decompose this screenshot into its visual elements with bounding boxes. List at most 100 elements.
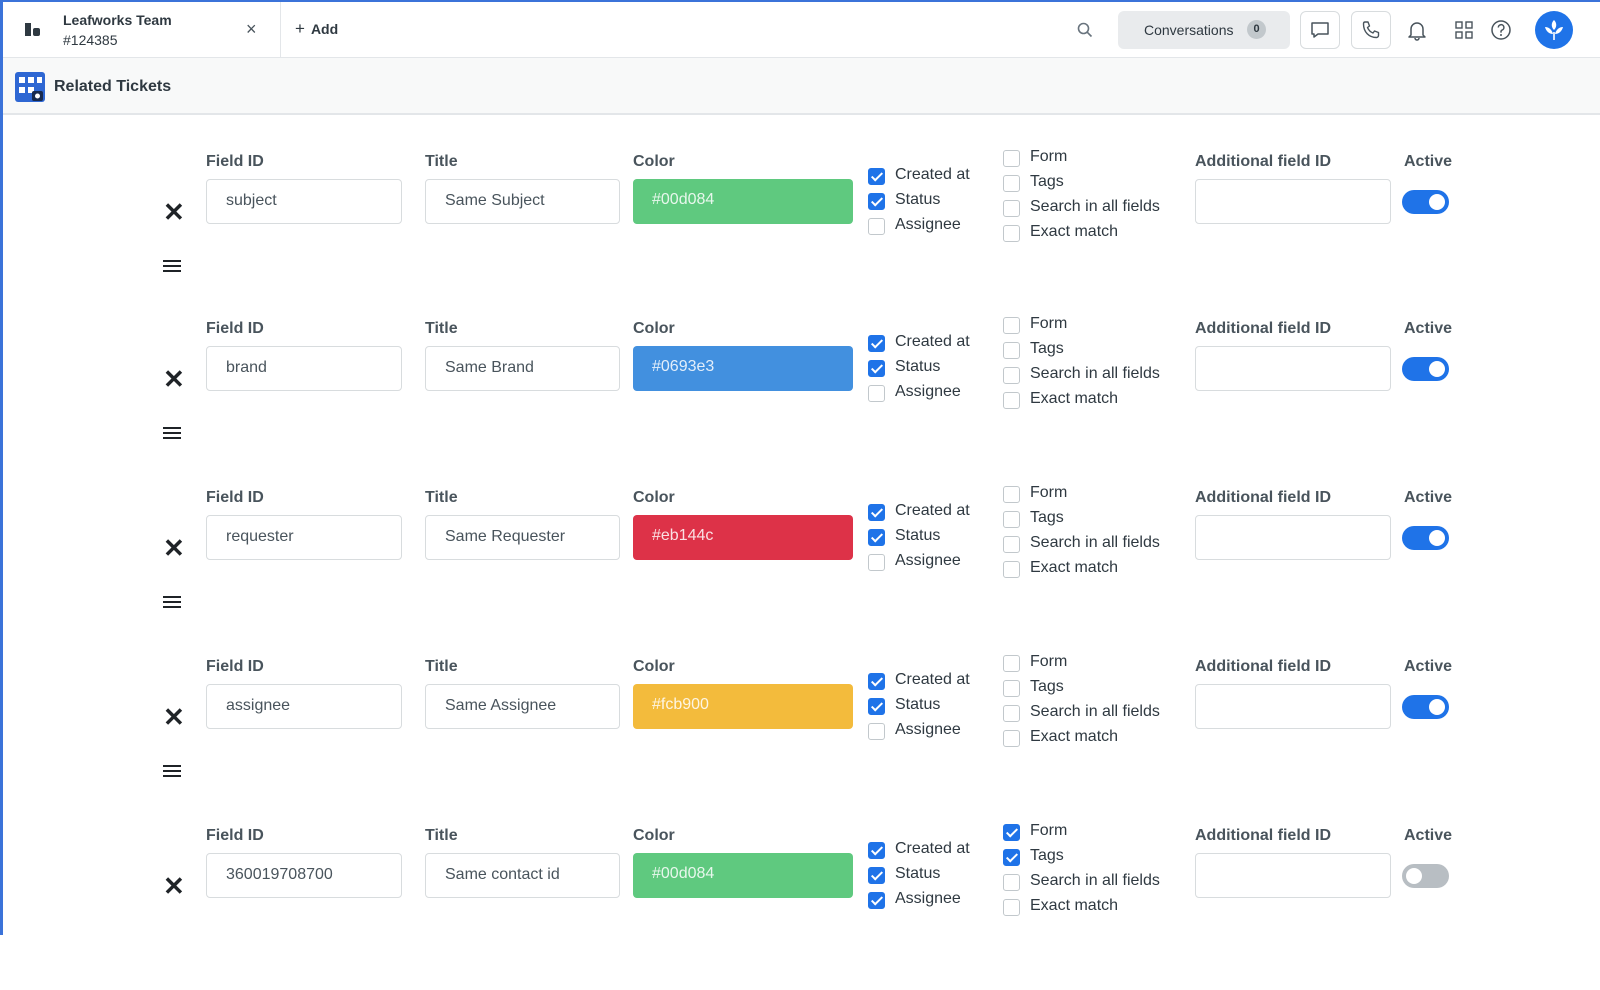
checkbox-label-form: Form bbox=[1030, 315, 1068, 332]
checkbox-assignee[interactable] bbox=[868, 892, 885, 909]
checkbox-exact-match[interactable] bbox=[1003, 730, 1020, 747]
chat-button[interactable] bbox=[1300, 11, 1340, 49]
apps-grid-icon[interactable] bbox=[1453, 19, 1475, 41]
checkbox-assignee[interactable] bbox=[868, 218, 885, 235]
checkbox-tags[interactable] bbox=[1003, 849, 1020, 866]
checkbox-search-all[interactable] bbox=[1003, 367, 1020, 384]
checkbox-created-at[interactable] bbox=[868, 168, 885, 185]
title-input[interactable]: Same Requester bbox=[425, 515, 620, 560]
checkbox-label-created-at: Created at bbox=[895, 166, 970, 183]
checkbox-exact-match[interactable] bbox=[1003, 561, 1020, 578]
checkbox-created-at[interactable] bbox=[868, 842, 885, 859]
checkbox-exact-match[interactable] bbox=[1003, 899, 1020, 916]
remove-rule-icon[interactable]: ✕ bbox=[163, 873, 185, 899]
checkbox-search-all[interactable] bbox=[1003, 874, 1020, 891]
color-swatch-input[interactable]: #00d084 bbox=[633, 179, 853, 224]
rule-row: ✕ Field ID assignee Title Same Assignee Color… bbox=[0, 653, 1600, 821]
checkbox-search-all[interactable] bbox=[1003, 705, 1020, 722]
title-label: Title bbox=[425, 827, 458, 844]
additional-field-id-input[interactable] bbox=[1195, 684, 1391, 729]
remove-rule-icon[interactable]: ✕ bbox=[163, 704, 185, 730]
additional-field-id-input[interactable] bbox=[1195, 346, 1391, 391]
close-tab-icon[interactable]: × bbox=[246, 19, 257, 40]
drag-handle-icon[interactable] bbox=[163, 596, 181, 611]
additional-field-id-input[interactable] bbox=[1195, 515, 1391, 560]
checkbox-form[interactable] bbox=[1003, 486, 1020, 503]
color-swatch-input[interactable]: #fcb900 bbox=[633, 684, 853, 729]
additional-field-id-label: Additional field ID bbox=[1195, 827, 1331, 844]
color-swatch-input[interactable]: #00d084 bbox=[633, 853, 853, 898]
checkbox-status[interactable] bbox=[868, 193, 885, 210]
checkbox-assignee[interactable] bbox=[868, 385, 885, 402]
drag-handle-icon[interactable] bbox=[163, 427, 181, 442]
additional-field-id-input[interactable] bbox=[1195, 853, 1391, 898]
drag-handle-icon[interactable] bbox=[163, 765, 181, 780]
ticket-tab[interactable]: Leafworks Team #124385 × bbox=[3, 2, 281, 58]
checkbox-tags[interactable] bbox=[1003, 511, 1020, 528]
checkbox-assignee[interactable] bbox=[868, 723, 885, 740]
toggle-knob bbox=[1429, 194, 1445, 210]
checkbox-label-created-at: Created at bbox=[895, 840, 970, 857]
active-toggle[interactable] bbox=[1402, 357, 1449, 381]
checkbox-form[interactable] bbox=[1003, 824, 1020, 841]
active-toggle[interactable] bbox=[1402, 695, 1449, 719]
field-id-input[interactable]: assignee bbox=[206, 684, 402, 729]
checkbox-created-at[interactable] bbox=[868, 504, 885, 521]
drag-handle-icon[interactable] bbox=[163, 260, 181, 275]
title-input[interactable]: Same Brand bbox=[425, 346, 620, 391]
user-avatar[interactable] bbox=[1535, 11, 1573, 49]
checkbox-search-all[interactable] bbox=[1003, 536, 1020, 553]
checkbox-assignee[interactable] bbox=[868, 554, 885, 571]
field-id-input[interactable]: requester bbox=[206, 515, 402, 560]
toggle-knob bbox=[1429, 361, 1445, 377]
checkbox-search-all[interactable] bbox=[1003, 200, 1020, 217]
active-toggle[interactable] bbox=[1402, 526, 1449, 550]
color-label: Color bbox=[633, 658, 675, 675]
checkbox-label-created-at: Created at bbox=[895, 333, 970, 350]
additional-field-id-label: Additional field ID bbox=[1195, 153, 1331, 170]
checkbox-tags[interactable] bbox=[1003, 175, 1020, 192]
checkbox-tags[interactable] bbox=[1003, 342, 1020, 359]
active-toggle[interactable] bbox=[1402, 190, 1449, 214]
checkbox-exact-match[interactable] bbox=[1003, 392, 1020, 409]
active-label: Active bbox=[1404, 489, 1453, 506]
field-id-input[interactable]: brand bbox=[206, 346, 402, 391]
checkbox-status[interactable] bbox=[868, 698, 885, 715]
toggle-knob bbox=[1406, 868, 1422, 884]
checkbox-status[interactable] bbox=[868, 529, 885, 546]
conversations-button[interactable]: Conversations 0 bbox=[1118, 11, 1290, 49]
title-label: Title bbox=[425, 153, 458, 170]
checkbox-status[interactable] bbox=[868, 867, 885, 884]
color-swatch-input[interactable]: #0693e3 bbox=[633, 346, 853, 391]
color-swatch-input[interactable]: #eb144c bbox=[633, 515, 853, 560]
checkbox-tags[interactable] bbox=[1003, 680, 1020, 697]
title-input[interactable]: Same contact id bbox=[425, 853, 620, 898]
color-label: Color bbox=[633, 827, 675, 844]
checkbox-status[interactable] bbox=[868, 360, 885, 377]
field-id-input[interactable]: 360019708700 bbox=[206, 853, 402, 898]
checkbox-exact-match[interactable] bbox=[1003, 225, 1020, 242]
field-id-input[interactable]: subject bbox=[206, 179, 402, 224]
checkbox-label-status: Status bbox=[895, 527, 941, 544]
checkbox-created-at[interactable] bbox=[868, 335, 885, 352]
checkbox-form[interactable] bbox=[1003, 150, 1020, 167]
remove-rule-icon[interactable]: ✕ bbox=[163, 535, 185, 561]
title-input[interactable]: Same Assignee bbox=[425, 684, 620, 729]
phone-button[interactable] bbox=[1351, 11, 1391, 49]
search-icon[interactable] bbox=[1076, 21, 1094, 39]
bell-icon[interactable] bbox=[1406, 19, 1428, 41]
checkbox-label-tags: Tags bbox=[1030, 340, 1064, 357]
active-toggle[interactable] bbox=[1402, 864, 1449, 888]
related-tickets-app-icon bbox=[15, 72, 45, 102]
title-input[interactable]: Same Subject bbox=[425, 179, 620, 224]
checkbox-label-assignee: Assignee bbox=[895, 383, 961, 400]
remove-rule-icon[interactable]: ✕ bbox=[163, 366, 185, 392]
checkbox-form[interactable] bbox=[1003, 655, 1020, 672]
checkbox-created-at[interactable] bbox=[868, 673, 885, 690]
additional-field-id-input[interactable] bbox=[1195, 179, 1391, 224]
checkbox-form[interactable] bbox=[1003, 317, 1020, 334]
remove-rule-icon[interactable]: ✕ bbox=[163, 199, 185, 225]
help-icon[interactable] bbox=[1490, 19, 1512, 41]
color-label: Color bbox=[633, 153, 675, 170]
add-tab-button[interactable]: + Add bbox=[295, 19, 338, 39]
